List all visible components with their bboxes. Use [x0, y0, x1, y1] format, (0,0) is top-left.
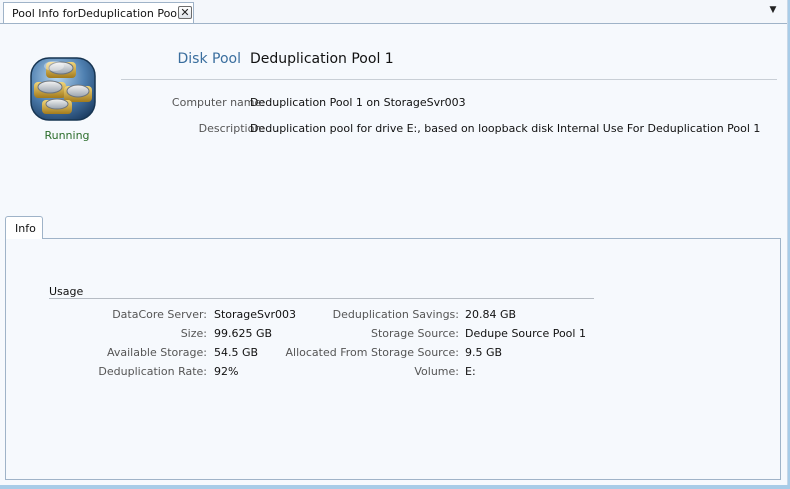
- volume-label: Volume:: [414, 365, 459, 378]
- size-value: 99.625 GB: [214, 327, 273, 340]
- deduplication-savings-value: 20.84 GB: [465, 308, 517, 321]
- pool-info-window: Pool Info forDeduplication Pool 1 ✕ ▼ Ru…: [0, 0, 788, 485]
- info-panel: [5, 238, 781, 480]
- close-icon[interactable]: ✕: [178, 6, 192, 19]
- datacore-server-label: DataCore Server:: [112, 308, 207, 321]
- storage-source-label: Storage Source:: [370, 327, 459, 340]
- header-divider: [121, 79, 777, 80]
- deduplication-savings-label: Deduplication Savings:: [332, 308, 459, 321]
- deduplication-rate-label: Deduplication Rate:: [98, 365, 207, 378]
- pool-name: Deduplication Pool 1: [250, 51, 394, 67]
- available-storage-label: Available Storage:: [106, 346, 207, 359]
- volume-value: E:: [465, 365, 476, 378]
- document-tab-pool-info[interactable]: Pool Info forDeduplication Pool 1 ✕: [3, 2, 194, 23]
- storage-source-value: Dedupe Source Pool 1: [465, 327, 586, 340]
- description-value: Deduplication pool for drive E:, based o…: [250, 122, 761, 135]
- usage-divider: [49, 298, 594, 299]
- size-label: Size:: [180, 327, 207, 340]
- status-label: Running: [44, 129, 90, 142]
- deduplication-rate-value: 92%: [214, 365, 239, 378]
- description-label: Description:: [198, 122, 265, 135]
- pool-type-label: Disk Pool: [177, 51, 242, 67]
- tab-info[interactable]: Info: [5, 216, 43, 239]
- chevron-down-icon[interactable]: ▼: [767, 4, 779, 16]
- allocated-from-source-label: Allocated From Storage Source:: [285, 346, 460, 359]
- computer-name-value: Deduplication Pool 1 on StorageSvr003: [250, 96, 466, 109]
- available-storage-value: 54.5 GB: [214, 346, 259, 359]
- usage-group-title: Usage: [49, 285, 84, 298]
- document-tabstrip: Pool Info forDeduplication Pool 1 ✕ ▼: [0, 0, 787, 24]
- document-tab-label: Pool Info forDeduplication Pool 1: [12, 7, 191, 20]
- tab-info-label: Info: [15, 222, 36, 235]
- computer-name-label: Computer name:: [171, 96, 265, 109]
- allocated-from-source-value: 9.5 GB: [465, 346, 503, 359]
- disk-pool-icon: [28, 54, 98, 124]
